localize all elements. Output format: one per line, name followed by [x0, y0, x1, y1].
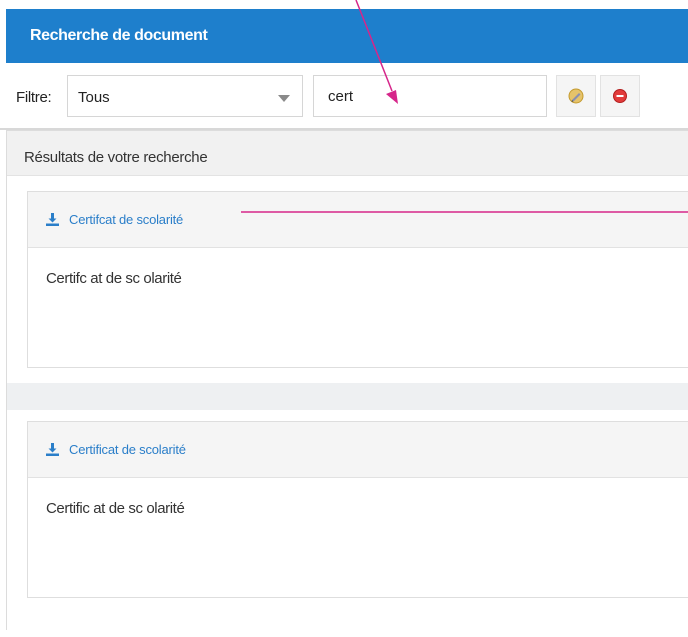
edit-button[interactable] [556, 75, 596, 117]
download-icon[interactable] [46, 443, 59, 456]
result-card-header: Certificat de scolarité [28, 422, 688, 478]
document-search-page: Recherche de document Filtre: Tous Résul… [0, 0, 688, 637]
pencil-edit-icon [568, 88, 584, 104]
chevron-down-icon [278, 95, 290, 102]
header-title: Recherche de document [30, 27, 208, 44]
result-card: Certifcat de scolarité Certifc at de sc … [27, 191, 688, 368]
clear-red-circle-icon [613, 89, 627, 103]
search-input[interactable] [313, 75, 547, 117]
filter-label: Filtre: [16, 89, 52, 106]
result-card: Certificat de scolarité Certific at de s… [27, 421, 688, 598]
result-description: Certifc at de sc olarité [46, 270, 182, 287]
filter-select-value: Tous [78, 89, 110, 106]
filter-row: Filtre: Tous [0, 63, 688, 130]
download-icon[interactable] [46, 213, 59, 226]
results-title: Résultats de votre recherche [24, 149, 208, 166]
result-link[interactable]: Certifcat de scolarité [69, 212, 183, 227]
header-bar: Recherche de document [6, 9, 688, 63]
result-link[interactable]: Certificat de scolarité [69, 442, 186, 457]
filter-select[interactable]: Tous [67, 75, 303, 117]
result-card-header: Certifcat de scolarité [28, 192, 688, 248]
result-description: Certific at de sc olarité [46, 500, 185, 517]
clear-button[interactable] [600, 75, 640, 117]
results-separator [7, 383, 688, 410]
